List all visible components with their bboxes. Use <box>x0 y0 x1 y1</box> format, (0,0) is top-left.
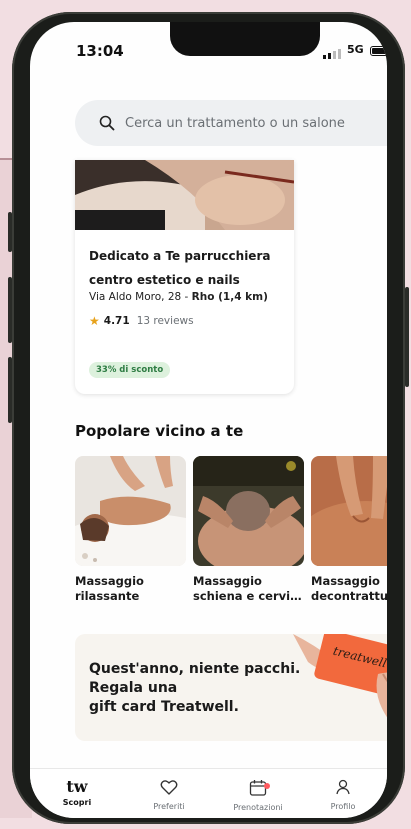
treatment-label[interactable]: Massaggio rilassante <box>75 574 144 604</box>
salon-address: Via Aldo Moro, 28 - Rho (1,4 km) <box>89 291 268 303</box>
treatwell-logo-icon: tw <box>66 777 88 796</box>
rating-value: 4.71 <box>103 315 130 327</box>
treatment-image <box>311 456 387 566</box>
promo-text: Quest'anno, niente pacchi. Regala una gi… <box>89 661 301 715</box>
treatment-tile-relaxing-massage[interactable] <box>75 456 186 566</box>
heart-icon <box>160 780 178 795</box>
volume-down-button <box>8 357 12 423</box>
section-title-popular: Popolare vicino a te <box>75 422 244 440</box>
person-icon <box>336 779 350 795</box>
tab-profilo[interactable]: Profilo <box>308 779 378 811</box>
notification-dot <box>264 783 270 789</box>
tab-label: Prenotazioni <box>233 803 283 812</box>
treatment-image <box>75 456 186 566</box>
search-icon <box>99 115 115 131</box>
treatment-tile-deep-tissue-massage[interactable] <box>311 456 387 566</box>
star-icon: ★ <box>89 314 100 328</box>
search-placeholder: Cerca un trattamento o un salone <box>125 115 345 131</box>
search-bar[interactable]: Cerca un trattamento o un salone <box>75 100 387 146</box>
treatment-label[interactable]: Massaggio schiena e cervi… <box>193 574 302 604</box>
treatment-tile-back-neck-massage[interactable] <box>193 456 304 566</box>
bottom-tab-bar: tw Scopri Preferiti Prenotazioni Profilo <box>30 768 387 818</box>
app-screen: 13:04 5G Cerca un trattamento o un salon… <box>30 22 387 818</box>
network-label: 5G <box>347 43 364 56</box>
gift-card-promo-banner[interactable]: treatwell Quest'anno, niente pacchi. Reg… <box>75 634 387 741</box>
treatment-image <box>193 456 304 566</box>
salon-image <box>75 160 294 230</box>
discount-badge: 33% di sconto <box>89 362 171 378</box>
salon-card[interactable]: Dedicato a Te parrucchiera centro esteti… <box>75 160 294 394</box>
review-count: 13 reviews <box>136 315 194 327</box>
tab-scopri[interactable]: tw Scopri <box>42 777 112 808</box>
notch <box>170 22 320 56</box>
mute-switch <box>8 212 12 252</box>
tab-label: Scopri <box>62 798 92 807</box>
volume-up-button <box>8 277 12 343</box>
rating-row: ★ 4.71 13 reviews <box>89 314 194 328</box>
tab-label: Profilo <box>330 802 356 811</box>
address-city-distance: Rho (1,4 km) <box>191 291 268 303</box>
battery-icon <box>370 46 387 56</box>
treatment-label[interactable]: Massaggiodecontrattura… <box>311 574 387 604</box>
tab-label: Preferiti <box>153 802 185 811</box>
address-street: Via Aldo Moro, 28 - <box>89 291 192 303</box>
power-button <box>405 287 409 387</box>
status-time: 13:04 <box>76 42 124 60</box>
tab-preferiti[interactable]: Preferiti <box>134 779 204 811</box>
salon-name[interactable]: Dedicato a Te parrucchiera centro esteti… <box>89 244 289 292</box>
tab-prenotazioni[interactable]: Prenotazioni <box>223 779 293 812</box>
signal-icon <box>323 49 341 59</box>
